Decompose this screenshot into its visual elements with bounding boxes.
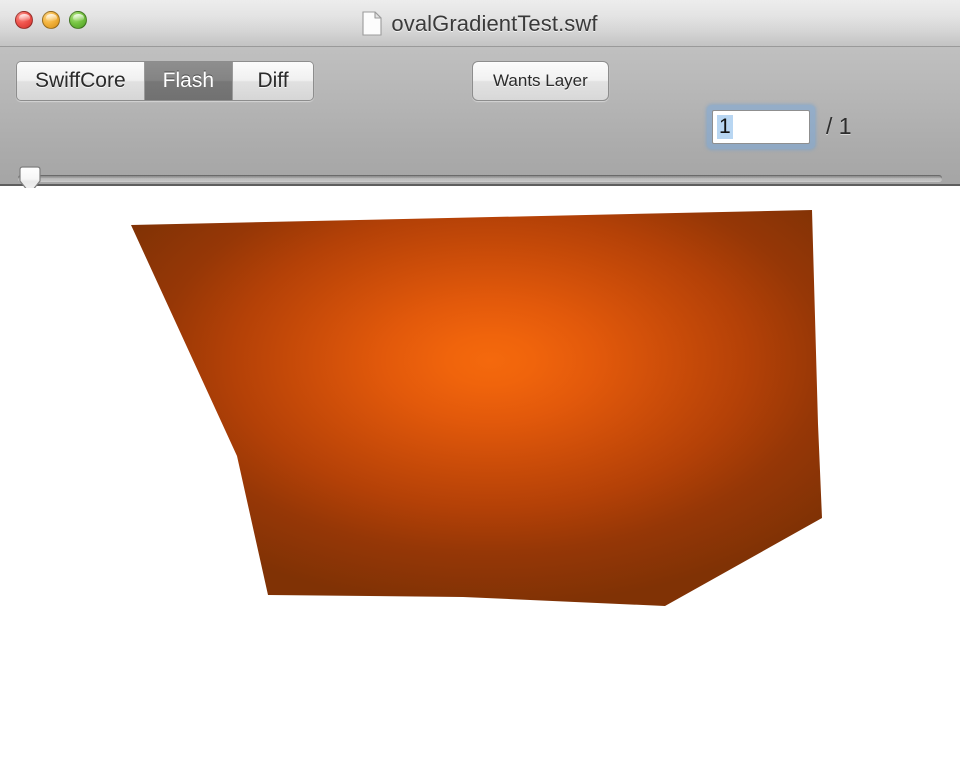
frame-slider[interactable] xyxy=(16,166,944,198)
mode-segmented-control[interactable]: SwiffCore Flash Diff xyxy=(16,61,315,101)
flash-stage xyxy=(0,188,960,764)
gradient-polygon xyxy=(131,210,822,606)
title-bar-center: ovalGradientTest.swf xyxy=(0,0,960,47)
page-total-label: / 1 xyxy=(826,113,852,139)
wants-layer-button[interactable]: Wants Layer xyxy=(472,61,609,101)
page-number-value: 1 xyxy=(717,114,733,140)
application-window: ovalGradientTest.swf SwiffCore Flash Dif… xyxy=(0,0,960,764)
document-icon xyxy=(362,11,382,36)
title-bar: ovalGradientTest.swf xyxy=(0,0,960,47)
toolbar: SwiffCore Flash Diff Wants Layer 1 / 1 xyxy=(0,47,960,198)
page-number-input[interactable]: 1 xyxy=(712,110,810,144)
segment-swiffcore[interactable]: SwiffCore xyxy=(17,62,145,100)
window-title: ovalGradientTest.swf xyxy=(391,10,598,36)
page-number-field-focus-ring: 1 xyxy=(707,105,815,149)
frame-slider-track[interactable] xyxy=(18,175,942,181)
segment-flash[interactable]: Flash xyxy=(144,62,234,100)
segment-diff[interactable]: Diff xyxy=(233,62,314,100)
oval-gradient-artwork xyxy=(131,210,822,606)
